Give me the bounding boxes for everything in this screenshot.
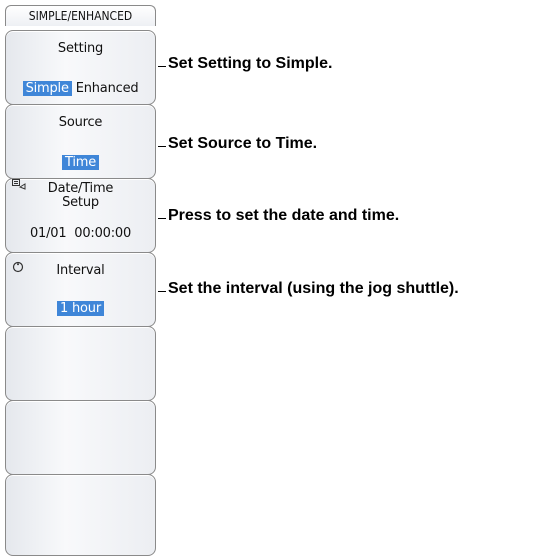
- setting-options: Simple Enhanced: [6, 81, 155, 96]
- source-softkey[interactable]: Source Time: [5, 104, 156, 179]
- source-label: Source: [58, 115, 103, 130]
- source-value: Time: [61, 155, 99, 170]
- callout-leader-datetime: [158, 218, 166, 219]
- datetime-setup-softkey[interactable]: Date/Time Setup 01/01 00:00:00: [5, 178, 156, 253]
- datetime-label-line2: Setup: [62, 195, 99, 210]
- setting-option-enhanced[interactable]: Enhanced: [76, 81, 139, 96]
- setting-label: Setting: [57, 41, 104, 56]
- datetime-label-line1: Date/Time: [47, 181, 114, 196]
- empty-softkey-2[interactable]: [5, 400, 156, 475]
- callout-datetime: Press to set the date and time.: [168, 207, 400, 224]
- callout-source: Set Source to Time.: [168, 135, 318, 152]
- interval-value: 1 hour: [57, 301, 104, 316]
- setting-softkey[interactable]: Setting Simple Enhanced: [5, 30, 156, 105]
- callout-leader-source: [158, 146, 166, 147]
- source-value-wrap: Time: [6, 155, 155, 170]
- interval-value-wrap: 1 hour: [6, 301, 155, 316]
- callout-leader-interval: [158, 291, 166, 292]
- callout-setting: Set Setting to Simple.: [168, 55, 333, 72]
- empty-softkey-1[interactable]: [5, 326, 156, 401]
- interval-label: Interval: [56, 263, 105, 278]
- datetime-value: 01/01 00:00:00: [29, 226, 132, 241]
- callout-leader-setting: [158, 66, 166, 67]
- menu-title: SIMPLE/ENHANCED: [5, 5, 156, 26]
- setting-option-simple[interactable]: Simple: [22, 81, 72, 96]
- softkey-menu: SIMPLE/ENHANCED Setting Simple Enhanced …: [5, 5, 156, 556]
- callout-interval: Set the interval (using the jog shuttle)…: [168, 280, 459, 297]
- interval-softkey[interactable]: Interval 1 hour: [5, 252, 156, 327]
